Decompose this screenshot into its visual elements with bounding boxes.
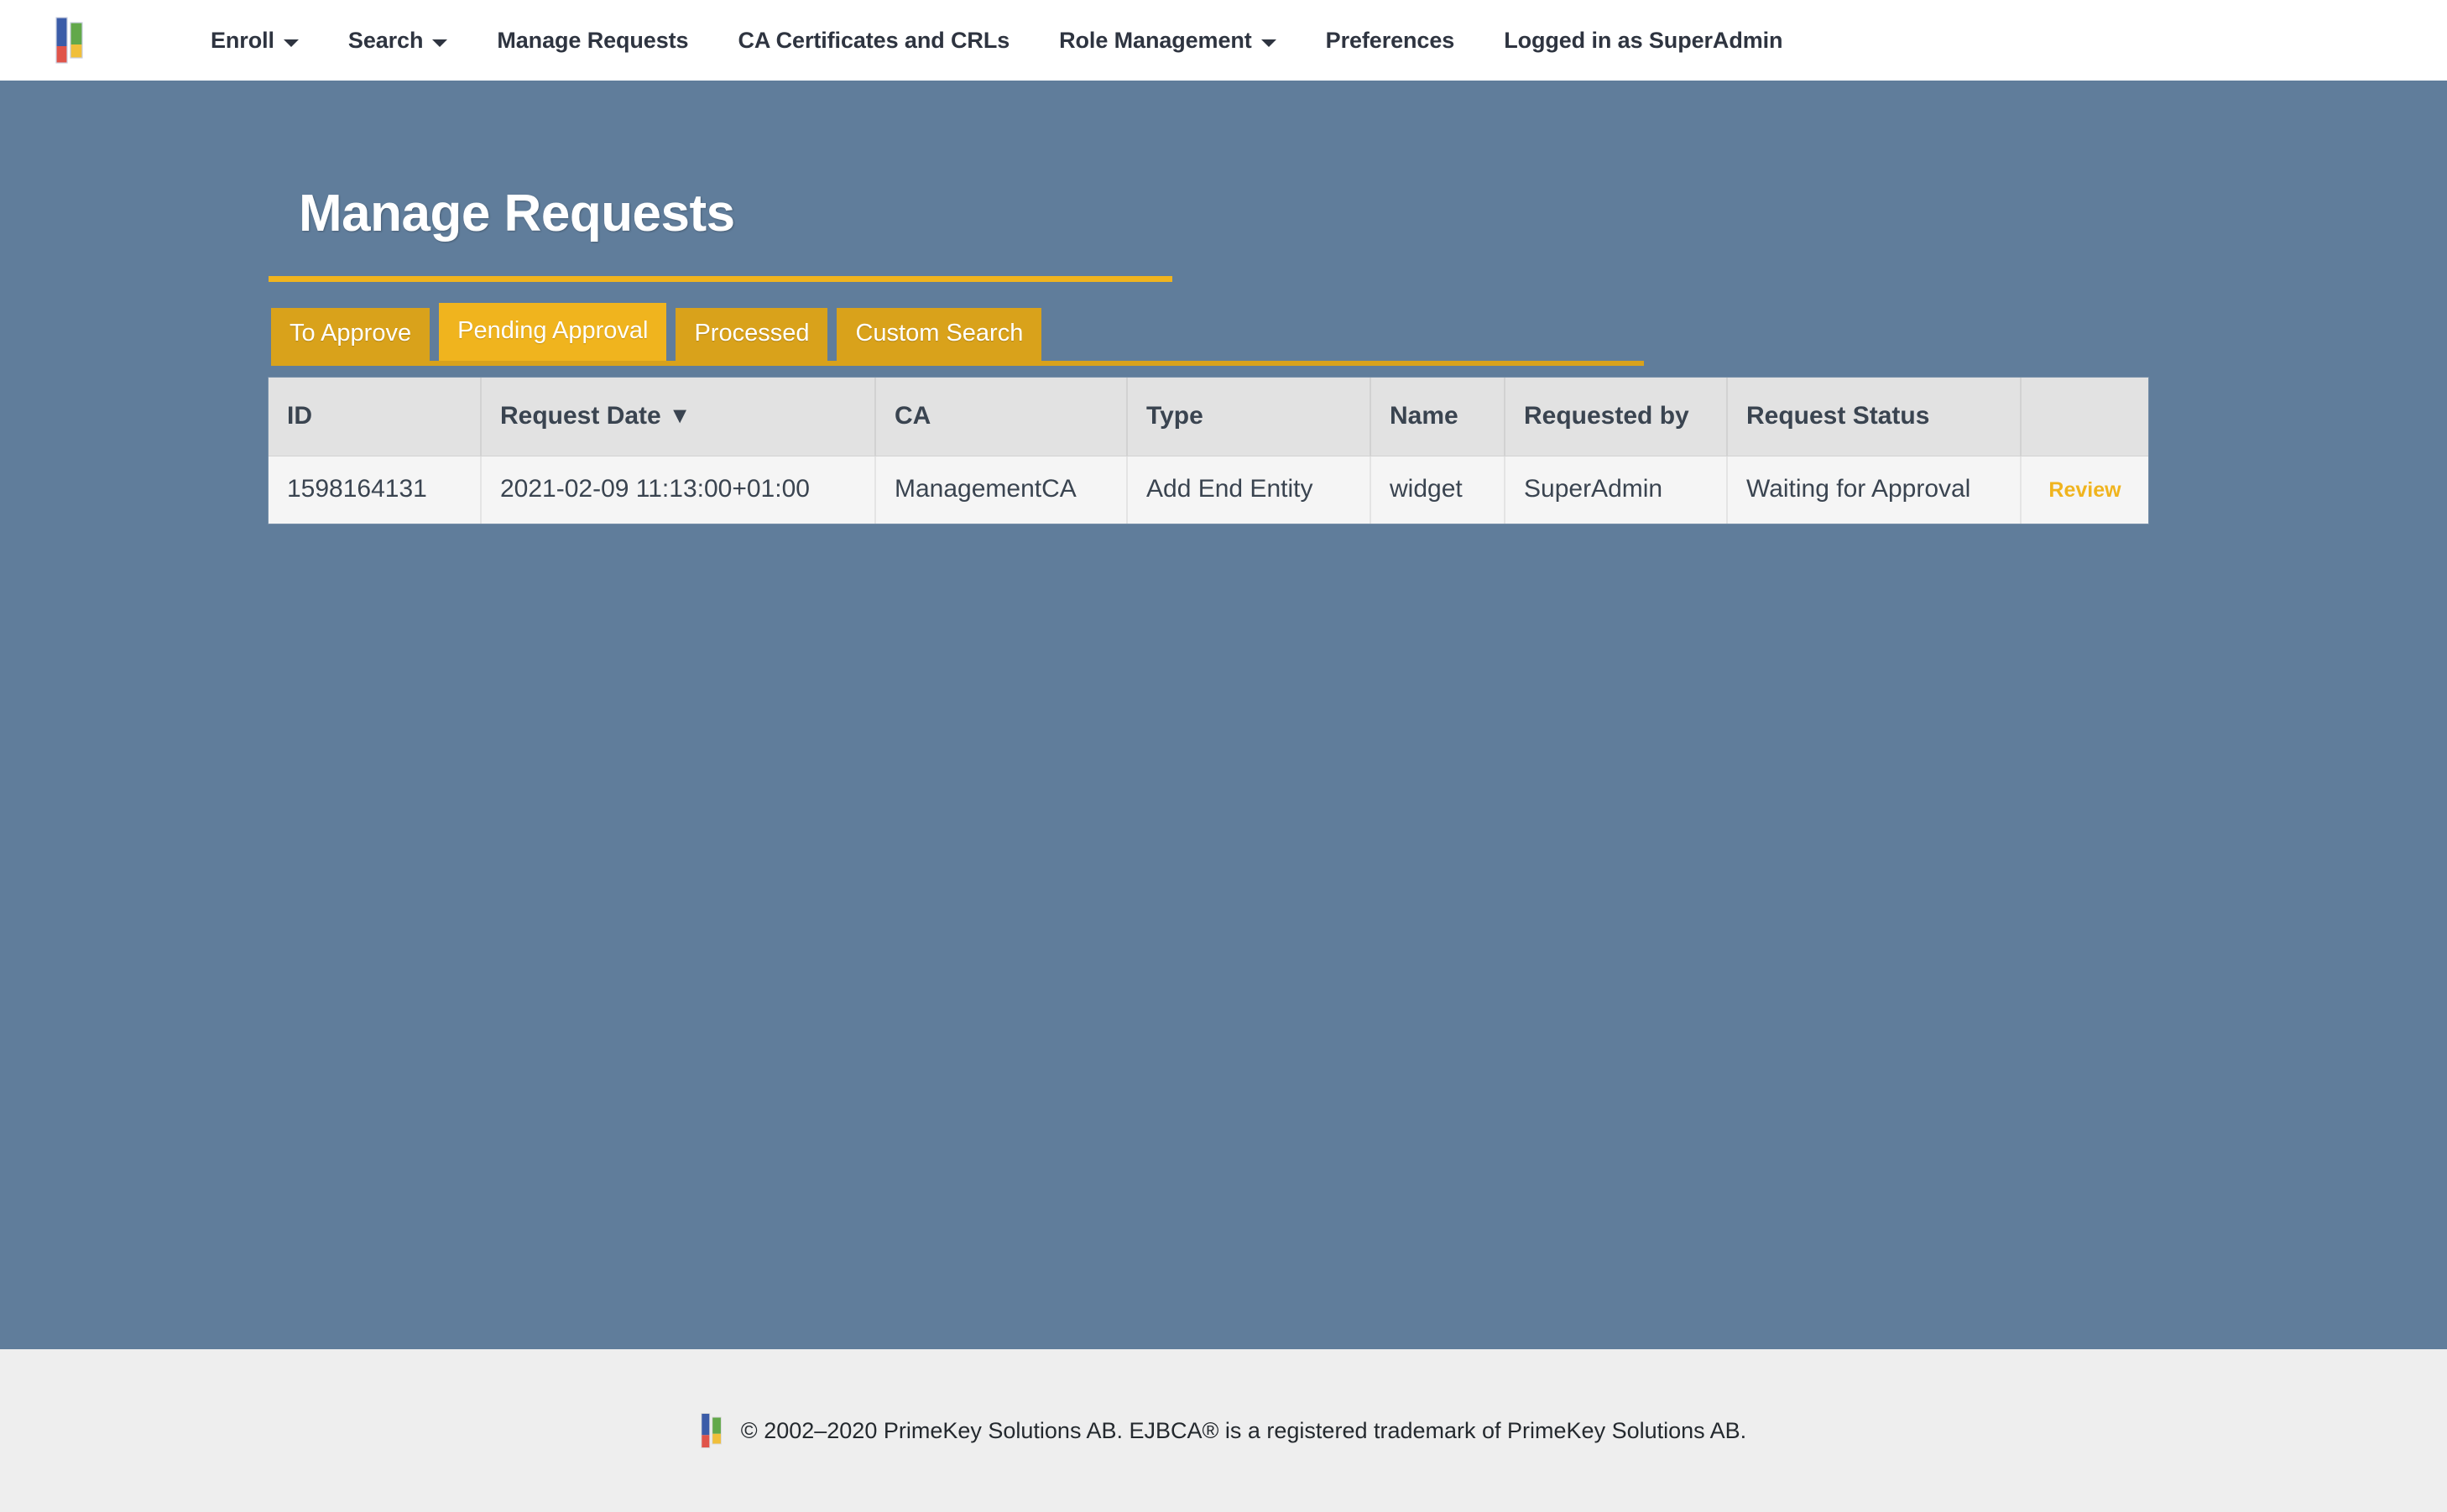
nav-item-enroll[interactable]: Enroll (211, 19, 299, 62)
nav-item-role-management[interactable]: Role Management (1059, 19, 1276, 62)
nav-item-label: Search (347, 27, 424, 53)
chevron-down-icon (283, 39, 299, 47)
column-header-label: Request Date (500, 402, 661, 430)
nav-item-preferences[interactable]: Preferences (1326, 19, 1455, 62)
cell-request-date: 2021-02-09 11:13:00+01:00 (481, 456, 876, 524)
column-header-label: Name (1390, 402, 1458, 430)
column-header-id[interactable]: ID (269, 378, 482, 457)
brand-logo[interactable] (55, 16, 84, 65)
column-header-name[interactable]: Name (1370, 378, 1505, 457)
nav-item-label: Logged in as SuperAdmin (1504, 27, 1783, 53)
title-underline-rule (269, 276, 1172, 282)
sort-descending-icon: ▼ (668, 403, 691, 429)
column-header-label: CA (895, 402, 931, 430)
requests-table-wrapper: ID Request Date ▼ CA Type Name Requested… (269, 378, 2148, 524)
tab-custom-search[interactable]: Custom Search (837, 308, 1042, 362)
cell-id: 1598164131 (269, 456, 482, 524)
requests-table: ID Request Date ▼ CA Type Name Requested… (269, 378, 2148, 524)
column-header-label: ID (287, 402, 312, 430)
column-header-label: Requested by (1524, 402, 1689, 430)
column-header-type[interactable]: Type (1127, 378, 1371, 457)
cell-ca: ManagementCA (875, 456, 1128, 524)
tab-bar-underline-rule (271, 361, 1644, 367)
nav-item-list: Enroll Search Manage Requests CA Certifi… (211, 19, 1783, 62)
nav-item-label: CA Certificates and CRLs (738, 27, 1010, 53)
nav-item-label: Enroll (211, 27, 274, 53)
content-column: Manage Requests To Approve Pending Appro… (269, 188, 2148, 524)
column-header-label: Request Status (1746, 402, 1930, 430)
column-header-request-date[interactable]: Request Date ▼ (481, 378, 876, 457)
cell-name: widget (1370, 456, 1505, 524)
primekey-logo-icon (701, 1413, 722, 1448)
primekey-logo-icon (55, 17, 83, 64)
column-header-requested-by[interactable]: Requested by (1505, 378, 1728, 457)
nav-item-ca-certificates-and-crls[interactable]: CA Certificates and CRLs (738, 19, 1010, 62)
table-header: ID Request Date ▼ CA Type Name Requested… (269, 378, 2148, 457)
cell-actions: Review (2021, 456, 2148, 524)
footer-copyright: © 2002–2020 PrimeKey Solutions AB. EJBCA… (740, 1417, 1747, 1443)
nav-item-label: Preferences (1325, 27, 1455, 53)
table-row: 1598164131 2021-02-09 11:13:00+01:00 Man… (269, 456, 2148, 524)
column-header-label: Type (1146, 402, 1203, 430)
tab-bar: To Approve Pending Approval Processed Cu… (269, 303, 2148, 362)
tab-pending-approval[interactable]: Pending Approval (439, 303, 667, 362)
cell-requested-by: SuperAdmin (1505, 456, 1728, 524)
nav-item-manage-requests[interactable]: Manage Requests (497, 19, 688, 62)
page-footer: © 2002–2020 PrimeKey Solutions AB. EJBCA… (0, 1349, 2447, 1512)
table-body: 1598164131 2021-02-09 11:13:00+01:00 Man… (269, 456, 2148, 524)
cell-request-status: Waiting for Approval (1727, 456, 2022, 524)
review-link[interactable]: Review (2048, 478, 2121, 502)
page-title: Manage Requests (299, 185, 735, 242)
tab-processed[interactable]: Processed (676, 308, 828, 362)
chevron-down-icon (432, 39, 448, 47)
column-header-ca[interactable]: CA (875, 378, 1128, 457)
nav-item-logged-in-user[interactable]: Logged in as SuperAdmin (1504, 19, 1782, 62)
nav-item-label: Role Management (1059, 27, 1252, 53)
tab-to-approve[interactable]: To Approve (271, 308, 430, 362)
nav-item-search[interactable]: Search (347, 19, 448, 62)
main-content-area: Manage Requests To Approve Pending Appro… (0, 81, 2447, 1349)
chevron-down-icon (1260, 39, 1276, 47)
column-header-actions (2021, 378, 2148, 457)
cell-type: Add End Entity (1127, 456, 1371, 524)
table-header-row: ID Request Date ▼ CA Type Name Requested… (269, 378, 2148, 457)
top-navbar: Enroll Search Manage Requests CA Certifi… (0, 0, 2447, 81)
column-header-request-status[interactable]: Request Status (1727, 378, 2022, 457)
nav-item-label: Manage Requests (497, 27, 689, 53)
app-root: Enroll Search Manage Requests CA Certifi… (0, 0, 2447, 1512)
